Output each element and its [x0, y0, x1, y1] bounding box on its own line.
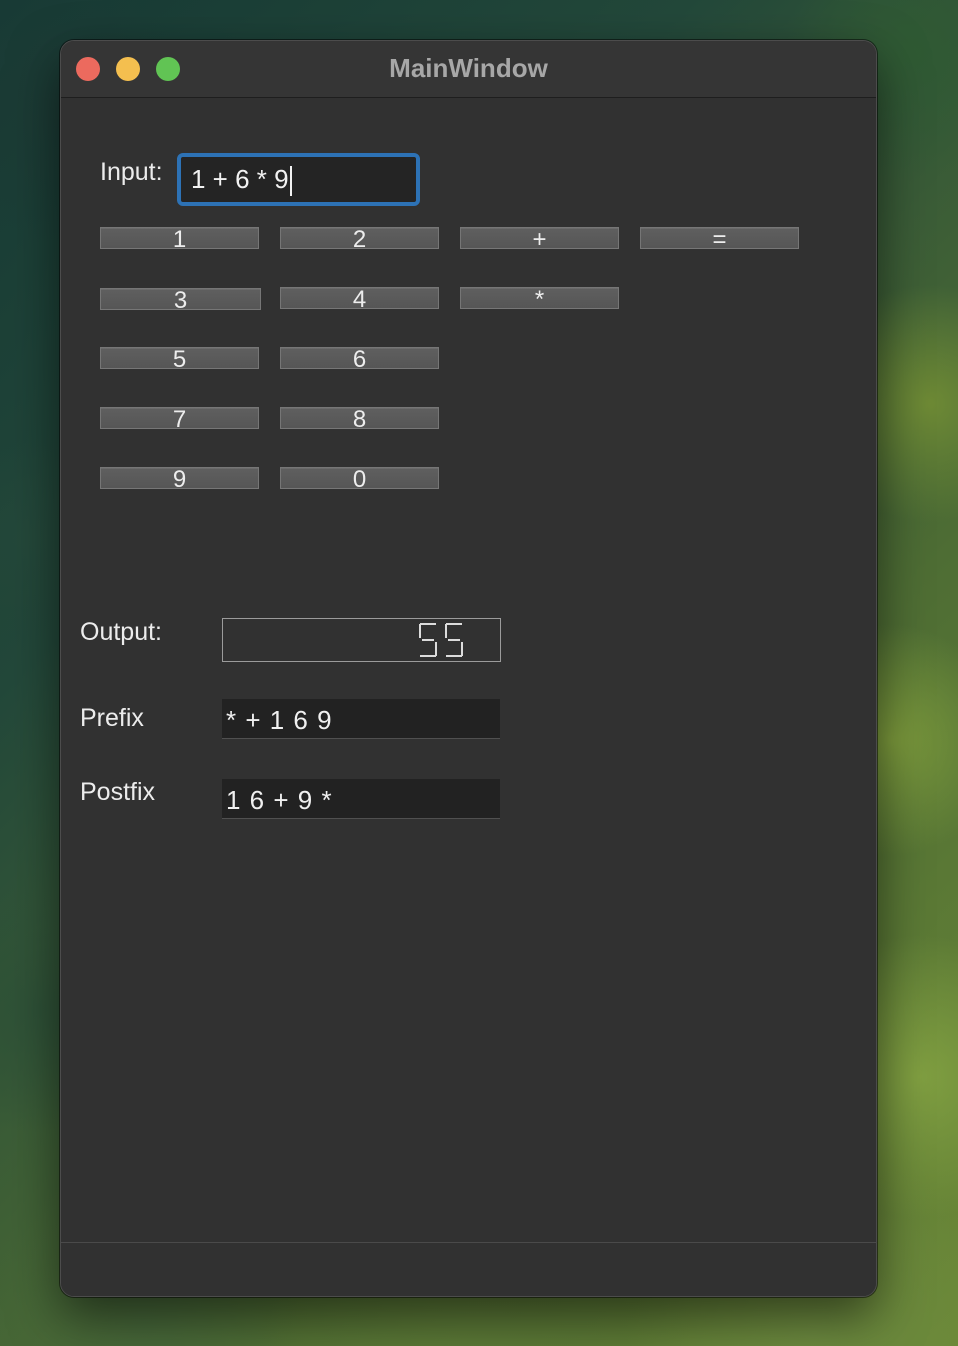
key-1-button[interactable]: 1	[100, 227, 259, 252]
key-9-button[interactable]: 9	[100, 467, 259, 492]
text-caret	[289, 166, 292, 197]
key-multiply-button[interactable]: *	[460, 287, 619, 312]
postfix-label: Postfix	[80, 778, 156, 806]
expression-input-value: 1 + 6 * 9	[191, 164, 289, 194]
key-4-button[interactable]: 4	[280, 287, 439, 312]
prefix-label: Prefix	[80, 704, 144, 732]
expression-input[interactable]: 1 + 6 * 9	[177, 153, 420, 206]
output-label: Output:	[80, 618, 162, 646]
window-title: MainWindow	[389, 53, 548, 83]
prefix-result-field: * + 1 6 9	[222, 699, 500, 739]
key-6-button[interactable]: 6	[280, 347, 439, 372]
key-8-button[interactable]: 8	[280, 407, 439, 432]
lcd-digits	[419, 623, 463, 657]
input-label: Input:	[100, 158, 163, 186]
title-bar: MainWindow	[61, 41, 876, 98]
key-5-button[interactable]: 5	[100, 347, 259, 372]
key-2-button[interactable]: 2	[280, 227, 439, 252]
key-0-button[interactable]: 0	[280, 467, 439, 492]
key-7-button[interactable]: 7	[100, 407, 259, 432]
key-plus-button[interactable]: +	[460, 227, 619, 252]
key-3-button[interactable]: 3	[100, 288, 261, 313]
key-equals-button[interactable]: =	[640, 227, 799, 252]
status-bar	[61, 1242, 876, 1296]
main-window: MainWindow Input: 1 + 6 * 9 1 2 + = 3 4 …	[60, 40, 877, 1297]
postfix-result-field: 1 6 + 9 *	[222, 779, 500, 819]
output-lcd-display	[222, 618, 501, 662]
